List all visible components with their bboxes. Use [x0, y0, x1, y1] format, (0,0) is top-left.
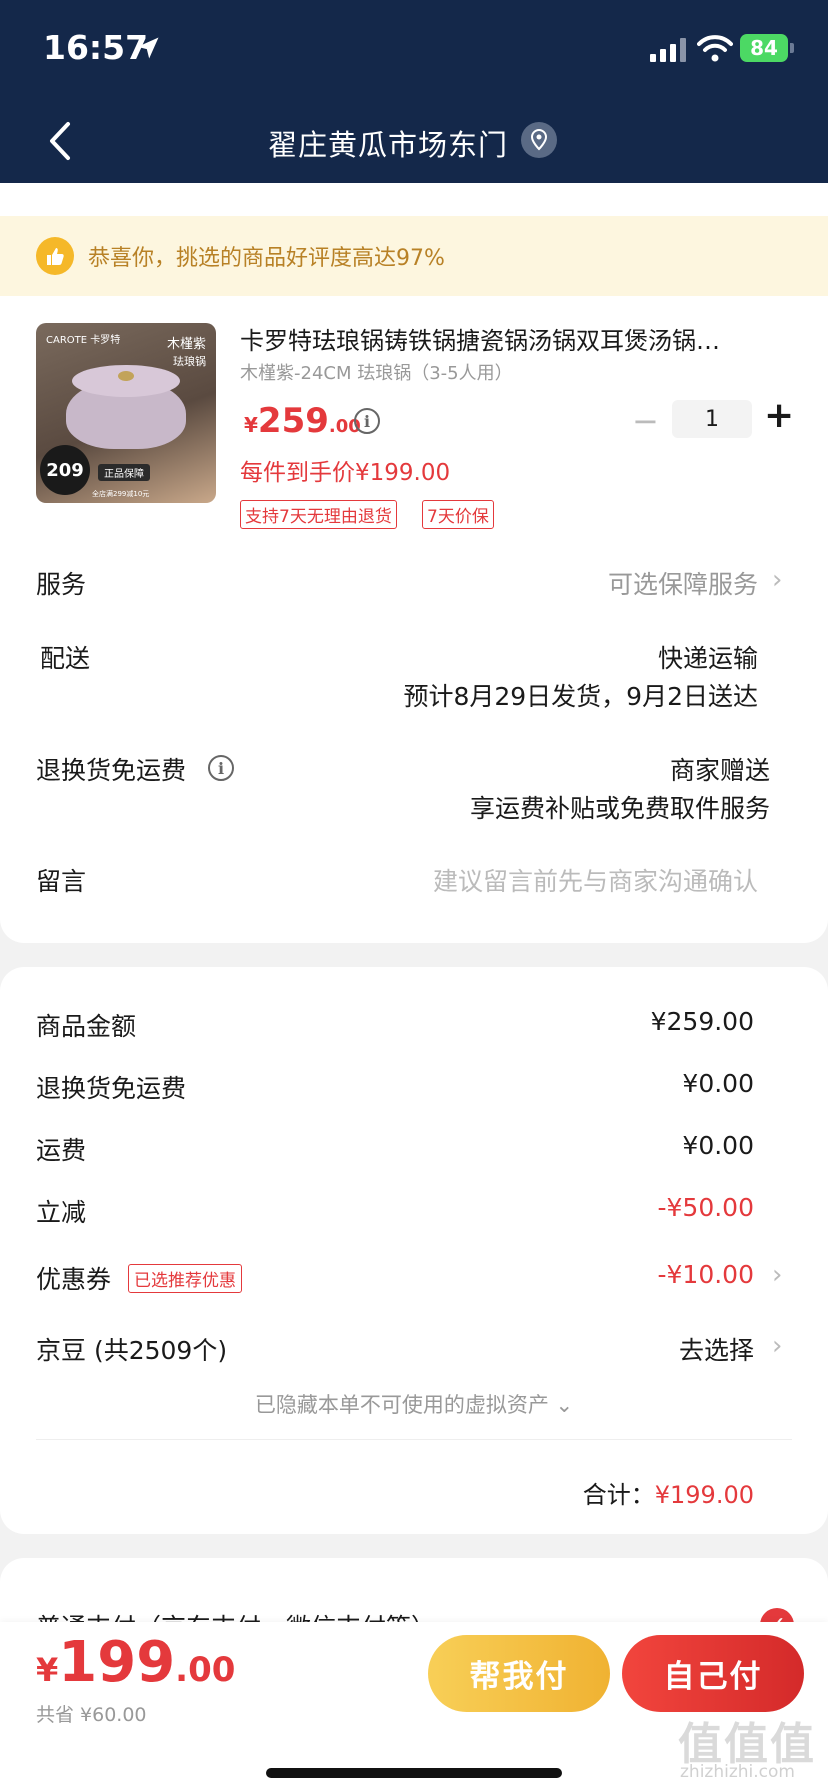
thumbs-up-icon: [36, 237, 74, 275]
bottom-yen: ¥: [36, 1651, 59, 1689]
goods-amount-value: ¥259.00: [650, 1007, 754, 1036]
service-chevron-icon[interactable]: ›: [772, 565, 782, 595]
return-tag: 支持7天无理由退货: [240, 500, 397, 529]
discount-label: 立减: [36, 1198, 87, 1227]
price-yen: ¥: [244, 413, 258, 437]
jingdou-chevron-icon[interactable]: ›: [772, 1331, 782, 1361]
delivery-estimate: 预计8月29日发货，9月2日送达: [403, 682, 758, 711]
product-title[interactable]: 卡罗特珐琅锅铸铁锅搪瓷锅汤锅双耳煲汤锅…: [240, 321, 780, 356]
delivery-method: 快递运输: [657, 644, 758, 673]
bottom-int: 199: [58, 1630, 176, 1695]
product-spec[interactable]: 木槿紫-24CM 珐琅锅（3-5人用）: [240, 359, 513, 385]
jingdou-value[interactable]: 去选择: [679, 1331, 754, 1367]
image-name-text: 木槿紫: [166, 337, 206, 352]
pay-myself-button[interactable]: 自己付: [622, 1635, 804, 1712]
summary-divider: [36, 1439, 792, 1440]
wifi-icon: [697, 35, 733, 62]
coupon-chevron-icon[interactable]: ›: [772, 1260, 782, 1290]
return-shipping-label: 退换货免运费: [36, 756, 187, 785]
bottom-total: ¥199.00: [36, 1630, 235, 1695]
total-row: 合计：¥199.00: [583, 1475, 754, 1510]
price-info-icon[interactable]: i: [354, 408, 380, 434]
bottom-dec: .00: [175, 1650, 236, 1690]
hidden-assets-text: 已隐藏本单不可使用的虚拟资产: [254, 1393, 549, 1417]
message-label: 留言: [36, 867, 87, 896]
chevron-down-icon: ⌄: [555, 1393, 574, 1417]
quantity-plus-button[interactable]: +: [764, 395, 794, 436]
battery-icon: 84: [740, 34, 788, 62]
location-arrow-icon: [137, 37, 159, 59]
return-shipping-value2: 享运费补贴或免费取件服务: [469, 794, 770, 823]
pay-for-me-button[interactable]: 帮我付: [428, 1635, 610, 1712]
watermark-url: zhizhizhi.com: [680, 1762, 795, 1782]
pot-lid: [72, 365, 180, 397]
coupon-tag: 已选推荐优惠: [128, 1264, 242, 1293]
jingdou-label: 京豆 (共2509个): [36, 1336, 228, 1365]
banner-text: 恭喜你，挑选的商品好评度高达97%: [88, 246, 445, 271]
image-price-badge: 209: [40, 445, 90, 495]
image-brand-text: CAROTE 卡罗特: [46, 335, 121, 346]
coupon-value[interactable]: -¥10.00: [658, 1260, 755, 1289]
price-int: 259: [257, 401, 329, 441]
product-price: ¥259.00: [244, 401, 361, 441]
rating-banner: 恭喜你，挑选的商品好评度高达97%: [0, 216, 828, 296]
location-pin-icon[interactable]: [521, 122, 557, 158]
battery-nub: [790, 43, 794, 53]
summary-card: 商品金额 ¥259.00 退换货免运费 ¥0.00 运费 ¥0.00 立减 -¥…: [0, 967, 828, 1534]
goods-amount-label: 商品金额: [36, 1012, 137, 1041]
quantity-input[interactable]: 1: [672, 400, 752, 438]
app-header: 16:57 84 翟庄黄瓜市场东门: [0, 0, 828, 183]
freight-label: 运费: [36, 1136, 87, 1165]
hidden-assets-toggle[interactable]: 已隐藏本单不可使用的虚拟资产 ⌄: [0, 1389, 828, 1419]
price-protect-tag: 7天价保: [422, 500, 494, 529]
status-time: 16:57: [43, 28, 149, 67]
total-value: ¥199.00: [654, 1481, 754, 1509]
message-input[interactable]: 建议留言前先与商家沟通确认: [433, 862, 758, 898]
return-shipping-value1: 商家赠送: [669, 756, 770, 785]
signal-icon: [650, 38, 686, 62]
discount-value: -¥50.00: [657, 1193, 755, 1222]
image-sub-text: 珐琅锅: [173, 355, 206, 368]
delivery-label: 配送: [40, 644, 91, 673]
home-indicator[interactable]: [266, 1768, 562, 1778]
order-card: 恭喜你，挑选的商品好评度高达97% CAROTE 卡罗特 木槿紫 珐琅锅 209…: [0, 183, 828, 943]
service-label: 服务: [36, 570, 87, 599]
freight-value: ¥0.00: [682, 1131, 754, 1160]
page-title: 翟庄黄瓜市场东门: [267, 128, 508, 162]
service-value[interactable]: 可选保障服务: [608, 565, 758, 601]
quantity-minus-button[interactable]: −: [632, 402, 659, 440]
coupon-label: 优惠券: [36, 1265, 112, 1294]
pot-knob: [118, 371, 134, 381]
return-fee-value: ¥0.00: [682, 1069, 754, 1098]
image-guarantee: 正品保障: [98, 464, 150, 481]
return-shipping-info-icon[interactable]: i: [208, 755, 234, 781]
image-promo: 全店满299减10元: [92, 490, 150, 498]
product-image[interactable]: CAROTE 卡罗特 木槿紫 珐琅锅 209 正品保障 全店满299减10元: [36, 323, 216, 503]
net-price: 每件到手价¥199.00: [240, 460, 451, 486]
total-label: 合计：: [582, 1481, 655, 1509]
saved-amount: 共省 ¥60.00: [36, 1704, 147, 1726]
return-fee-label: 退换货免运费: [36, 1074, 187, 1103]
